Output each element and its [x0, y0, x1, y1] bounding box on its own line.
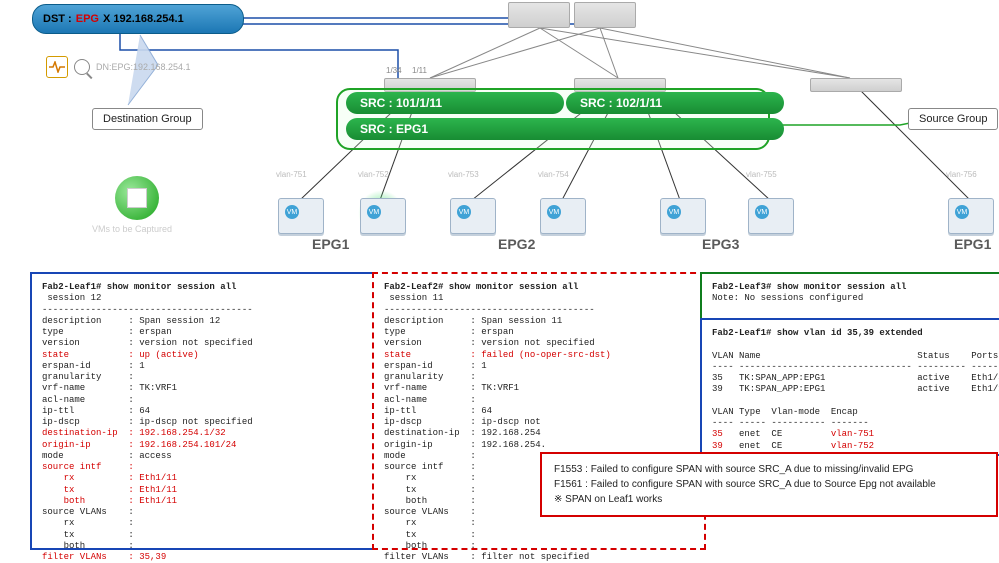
dst-prefix: DST : — [43, 13, 72, 25]
fault-2: F1561 : Failed to configure SPAN with so… — [554, 477, 984, 492]
callout-dst: Destination Group — [92, 108, 203, 130]
server-3: VM — [450, 198, 496, 234]
src-pill-a: SRC : 101/1/11 — [346, 92, 564, 114]
src-pill-b: SRC : 102/1/11 — [566, 92, 784, 114]
leaf-3 — [810, 78, 902, 92]
heartbeat-icon — [46, 56, 68, 78]
dn-row: DN:EPG:192.168.254.1 — [46, 56, 191, 78]
port-1-34: 1/34 — [386, 66, 402, 75]
dst-ip: X 192.168.254.1 — [103, 13, 184, 25]
server-7: VM — [948, 198, 994, 234]
spine-2 — [574, 2, 636, 28]
vm-caption: VMs to be Captured — [92, 224, 172, 234]
server-2: VM — [360, 198, 406, 234]
epg-label-1: EPG1 — [312, 236, 349, 252]
fault-3: ※ SPAN on Leaf1 works — [554, 492, 984, 507]
vlan-2: vlan-752 — [358, 170, 389, 179]
vlan-4: vlan-754 — [538, 170, 569, 179]
vlan-3: vlan-753 — [448, 170, 479, 179]
server-4: VM — [540, 198, 586, 234]
server-5: VM — [660, 198, 706, 234]
term-vlan: Fab2-Leaf1# show vlan id 35,39 extended … — [700, 318, 999, 456]
epg-label-4: EPG1 — [954, 236, 991, 252]
epg-label-3: EPG3 — [702, 236, 739, 252]
src-pill-c: SRC : EPG1 — [346, 118, 784, 140]
dn-text: DN:EPG:192.168.254.1 — [96, 62, 191, 72]
vlan-5: vlan-755 — [746, 170, 777, 179]
server-6: VM — [748, 198, 794, 234]
vlan-1: vlan-751 — [276, 170, 307, 179]
vlan-6: vlan-756 — [946, 170, 977, 179]
magnifier-icon — [74, 59, 90, 75]
fault-note: F1553 : Failed to configure SPAN with so… — [540, 452, 998, 517]
vm-captured-icon — [115, 176, 159, 220]
callout-src: Source Group — [908, 108, 998, 130]
epg-label-2: EPG2 — [498, 236, 535, 252]
server-1: VM — [278, 198, 324, 234]
spine-1 — [508, 2, 570, 28]
fault-1: F1553 : Failed to configure SPAN with so… — [554, 462, 984, 477]
port-1-11: 1/11 — [412, 66, 427, 75]
dst-epg: EPG — [76, 13, 99, 25]
dst-pill: DST : EPG X 192.168.254.1 — [32, 4, 244, 34]
term-leaf1: Fab2-Leaf1# show monitor session all ses… — [30, 272, 374, 550]
